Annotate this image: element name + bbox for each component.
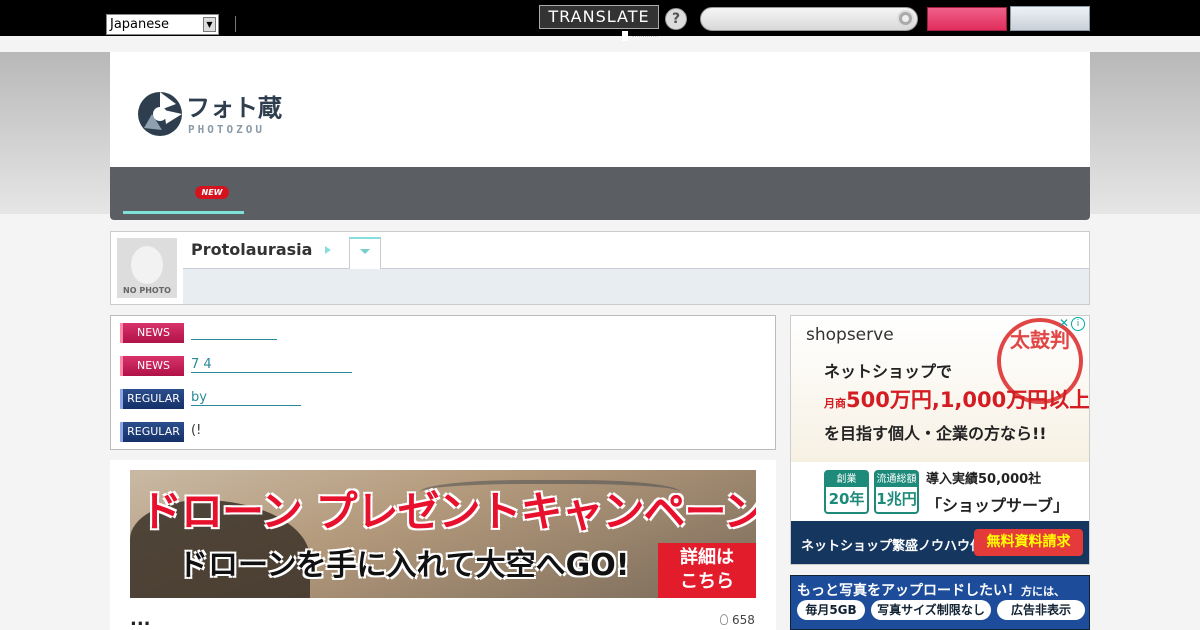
profile-subnav: [183, 268, 1089, 304]
ad-line2-text: 500万円,1,000万円以上: [846, 388, 1090, 412]
translate-button[interactable]: TRANSLATE: [539, 5, 659, 29]
help-icon[interactable]: ?: [665, 8, 687, 30]
profile-username[interactable]: Protolaurasia: [191, 240, 312, 259]
ad-info-icon[interactable]: i: [1071, 317, 1085, 331]
upgrade-headline-main: もっと写真をアップロードしたい！: [797, 583, 1021, 599]
signup-button[interactable]: [927, 7, 1007, 31]
news-link[interactable]: [191, 325, 277, 340]
site-logo[interactable]: フォト蔵 PHOTOZOU: [136, 90, 316, 140]
regular-tag: REGULAR: [120, 422, 184, 442]
banner-detail-button[interactable]: 詳細は こちら: [658, 543, 756, 598]
stat-volume: 流通総額 1兆円: [874, 470, 919, 514]
nav-active-indicator: [123, 211, 244, 214]
ad-close-icon[interactable]: ✕: [1059, 316, 1069, 330]
photo-title: ...: [130, 609, 151, 630]
svg-text:フォト蔵: フォト蔵: [186, 94, 282, 122]
ad-bottom-bar: ネットショップ繁盛ノウハウ付 無料資料請求: [791, 521, 1089, 564]
banner-detail-line2: こちら: [680, 571, 734, 592]
news-link[interactable]: by: [191, 391, 301, 406]
language-select-value: Japanese: [110, 17, 170, 32]
divider: [235, 16, 236, 32]
stat-volume-value: 1兆円: [876, 490, 917, 508]
view-count-value: 658: [732, 613, 755, 627]
banner-subline: ドローンを手に入れて大空へGO!: [178, 548, 630, 583]
upload-upgrade-ad[interactable]: もっと写真をアップロードしたい！方には、 毎月5GB 写真サイズ制限なし 広告非…: [790, 575, 1090, 630]
ad-brand: 「ショップサーブ」: [926, 496, 1070, 515]
upgrade-headline-suffix: 方には、: [1021, 585, 1065, 598]
play-icon[interactable]: [325, 246, 331, 254]
svg-text:PHOTOZOU: PHOTOZOU: [188, 123, 265, 136]
stat-founded-label: 創業: [826, 472, 867, 487]
ad-request-button[interactable]: 無料資料請求: [974, 529, 1083, 556]
ad-line2: 月商500万円,1,000万円以上: [824, 384, 1090, 414]
chevron-down-icon[interactable]: ▼: [203, 17, 216, 32]
ad-line2-prefix: 月商: [824, 397, 846, 410]
login-button[interactable]: [1010, 6, 1090, 31]
view-count: 658: [720, 613, 755, 627]
tooltip-hint: [632, 36, 658, 38]
avatar-caption: NO PHOTO: [123, 286, 171, 295]
shopserve-ad[interactable]: shopserve 太鼓判 i ✕ ネットショップで 月商500万円,1,000…: [790, 315, 1090, 565]
photozou-logo-icon: フォト蔵 PHOTOZOU: [138, 92, 282, 136]
mouse-cursor-icon: [622, 31, 628, 41]
avatar[interactable]: NO PHOTO: [117, 238, 177, 298]
ad-line1: ネットショップで: [824, 362, 953, 381]
banner-detail-line1: 詳細は: [680, 547, 734, 568]
news-text: (!: [191, 423, 202, 438]
upgrade-feature-pill: 写真サイズ制限なし: [871, 600, 991, 620]
search-input[interactable]: [700, 7, 918, 31]
footprint-icon: [720, 614, 728, 625]
shopserve-logo-text: shopserve: [806, 325, 894, 345]
search-icon[interactable]: [897, 10, 914, 27]
main-nav: [110, 167, 1090, 220]
drone-campaign-banner[interactable]: ドローン プレゼントキャンペーン！ ドローンを手に入れて大空へGO! 詳細は こ…: [130, 470, 756, 598]
news-link[interactable]: 7 4: [191, 358, 352, 373]
upgrade-feature-pill: 毎月5GB: [797, 600, 865, 620]
ad-bottom-text: ネットショップ繁盛ノウハウ付: [801, 539, 984, 554]
ad-achievement: 導入実績50,000社: [926, 472, 1042, 487]
profile-menu-dropdown[interactable]: [349, 237, 381, 269]
stat-founded-value: 20年: [828, 490, 865, 508]
chevron-down-icon: [360, 249, 370, 254]
news-tag: NEWS: [120, 323, 184, 343]
upgrade-headline: もっと写真をアップロードしたい！方には、: [797, 580, 1065, 600]
user-silhouette-icon: [131, 246, 163, 284]
stat-volume-label: 流通総額: [876, 472, 917, 487]
banner-headline: ドローン プレゼントキャンペーン！: [140, 487, 756, 536]
new-badge: NEW: [195, 186, 229, 199]
upgrade-feature-pill: 広告非表示: [997, 600, 1085, 620]
news-tag: NEWS: [120, 356, 184, 376]
shopserve-logo: shopserve: [806, 325, 894, 345]
stat-founded: 創業 20年: [824, 470, 869, 514]
language-select[interactable]: Japanese ▼: [106, 14, 219, 35]
ad-line3: を目指す個人・企業の方なら!!: [824, 424, 1047, 443]
regular-tag: REGULAR: [120, 389, 184, 409]
